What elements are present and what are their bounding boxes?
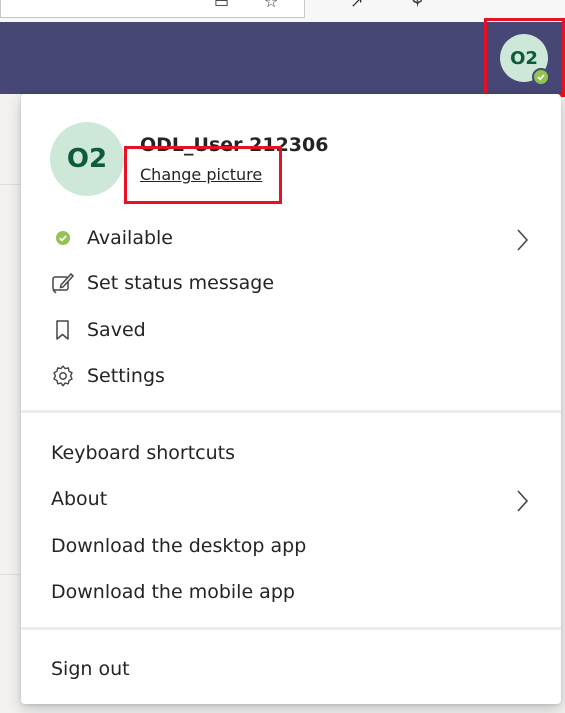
avatar-initials: O2 [66, 144, 108, 174]
set-status-message-label: Set status message [87, 272, 275, 294]
presence-badge-icon [532, 68, 550, 86]
download-desktop-app-label: Download the desktop app [51, 535, 307, 557]
keyboard-shortcuts-item[interactable]: Keyboard shortcuts [21, 433, 561, 473]
favorite-star-icon[interactable]: ☆ [264, 0, 278, 11]
share-icon[interactable]: ↗ [350, 0, 363, 11]
address-bar[interactable] [0, 0, 305, 18]
set-status-message-item[interactable]: Set status message [21, 263, 561, 303]
avatar-initials: O2 [510, 47, 538, 69]
sign-out-item[interactable]: Sign out [21, 649, 561, 689]
available-status-icon [51, 226, 75, 250]
download-desktop-app-item[interactable]: Download the desktop app [21, 526, 561, 566]
user-name: ODL_User 212306 [140, 134, 329, 156]
gear-icon [51, 364, 75, 388]
profile-menu: O2 ODL_User 212306 Change picture Availa… [21, 94, 561, 704]
change-picture-link[interactable]: Change picture [140, 165, 262, 184]
settings-item[interactable]: Settings [21, 356, 561, 396]
user-avatar[interactable]: O2 [50, 122, 124, 196]
edit-status-icon [51, 271, 75, 295]
about-label: About [51, 488, 108, 510]
app-header [0, 22, 565, 94]
sign-out-label: Sign out [51, 658, 130, 680]
collections-icon[interactable]: ⚘ [410, 0, 424, 11]
divider [0, 574, 22, 575]
divider [21, 627, 561, 630]
about-item[interactable]: About [21, 479, 561, 519]
browser-toolbar: ▭ ☆ ↗ ⚘ [0, 0, 565, 23]
status-available-label: Available [87, 227, 174, 249]
chevron-right-icon [515, 489, 529, 517]
status-available-item[interactable]: Available [21, 218, 561, 258]
divider [0, 184, 22, 185]
keyboard-shortcuts-label: Keyboard shortcuts [51, 442, 236, 464]
saved-item[interactable]: Saved [21, 310, 561, 350]
download-mobile-app-label: Download the mobile app [51, 581, 295, 603]
bookmark-icon [51, 318, 75, 342]
chevron-right-icon [515, 228, 529, 256]
download-mobile-app-item[interactable]: Download the mobile app [21, 572, 561, 612]
saved-label: Saved [87, 319, 146, 341]
divider [21, 410, 561, 413]
reader-view-icon[interactable]: ▭ [214, 0, 229, 11]
settings-label: Settings [87, 365, 165, 387]
